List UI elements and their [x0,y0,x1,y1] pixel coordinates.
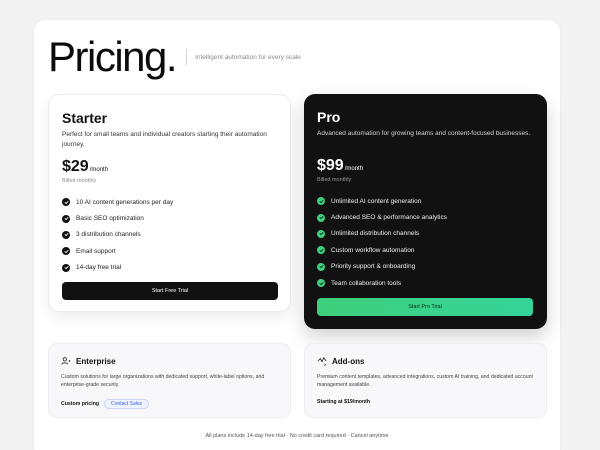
feature-list: 10 AI content generations per day Basic … [62,194,173,276]
check-circle-icon [62,263,70,272]
addons-title: Add-ons [332,356,365,366]
check-circle-icon [317,246,325,255]
feature-label: Priority support & onboarding [331,263,416,271]
page-title: Pricing. [48,33,178,80]
custom-pricing-label: Custom pricing [61,401,100,407]
check-circle-icon [317,197,325,206]
check-circle-icon [62,214,70,223]
feature-item: 14-day free trial [62,260,173,276]
feature-label: Basic SEO optimization [76,215,144,223]
sparkle-icon [317,356,327,366]
price-row: $29 /month [62,158,108,176]
feature-item: Basic SEO optimization [62,210,173,226]
enterprise-title: Enterprise [76,356,116,366]
feature-list: Unlimited AI content generation Advanced… [317,193,447,291]
feature-label: 3 distribution channels [76,231,141,239]
addons-starting-price: Starting at $19/month [317,399,371,405]
feature-label: Custom workflow automation [331,246,415,254]
addons-header: Add-ons [317,356,364,366]
billing-note: Billed monthly [62,178,97,184]
user-group-icon [61,356,71,366]
plan-description: Perfect for small teams and individual c… [62,131,267,149]
plan-price: $99 [317,157,344,174]
addons-footer: Starting at $19/month [317,399,370,405]
pricing-page: Pricing. Intelligent automation for ever… [34,20,560,450]
feature-item: Unlimited distribution channels [317,226,447,242]
addons-description: Premium content templates, advanced inte… [317,374,533,389]
feature-item: 10 AI content generations per day [62,194,173,210]
plan-period: /month [89,167,109,173]
addons-card: Add-ons Premium content templates, advan… [304,343,547,418]
footer-note: All plans include 14-day free trial · No… [205,433,389,439]
enterprise-header: Enterprise [61,356,116,366]
tagline: Intelligent automation for every scale [195,53,301,61]
start-pro-trial-button[interactable]: Start Pro Trial [317,298,533,316]
check-circle-icon [317,213,325,222]
feature-label: 10 AI content generations per day [76,198,174,206]
check-circle-icon [62,230,70,239]
check-circle-icon [317,279,325,288]
header-divider [186,49,188,65]
enterprise-card: Enterprise Custom solutions for large or… [48,343,291,418]
start-free-trial-button[interactable]: Start Free Trial [62,282,278,300]
feature-label: Advanced SEO & performance analytics [331,214,447,222]
check-circle-icon [317,262,325,271]
plan-period: /month [344,166,364,172]
check-circle-icon [317,229,325,238]
feature-item: 3 distribution channels [62,227,173,243]
check-circle-icon [62,198,70,207]
price-row: $99 /month [317,157,363,175]
plan-name: Starter [62,110,108,126]
feature-label: Unlimited distribution channels [331,230,420,238]
enterprise-footer: Custom pricing Contact Sales [61,399,150,409]
feature-item: Advanced SEO & performance analytics [317,209,447,225]
contact-sales-button[interactable]: Contact Sales [104,399,150,409]
feature-item: Email support [62,243,173,259]
feature-label: Team collaboration tools [331,279,402,287]
feature-item: Priority support & onboarding [317,259,447,275]
feature-label: Unlimited AI content generation [331,197,422,205]
plan-description: Advanced automation for growing teams an… [317,130,531,137]
feature-label: Email support [76,247,116,255]
plan-price: $29 [62,158,89,175]
feature-label: 14-day free trial [76,264,122,272]
check-circle-icon [62,247,70,256]
starter-plan-card: Starter Perfect for small teams and indi… [48,94,291,312]
billing-note: Billed monthly [317,177,352,183]
feature-item: Custom workflow automation [317,242,447,258]
feature-item: Unlimited AI content generation [317,193,447,209]
feature-item: Team collaboration tools [317,275,447,291]
page-header: Pricing. Intelligent automation for ever… [48,36,301,78]
enterprise-description: Custom solutions for large organizations… [61,374,265,389]
pro-plan-card: Pro Advanced automation for growing team… [304,94,547,329]
plan-name: Pro [317,109,341,125]
